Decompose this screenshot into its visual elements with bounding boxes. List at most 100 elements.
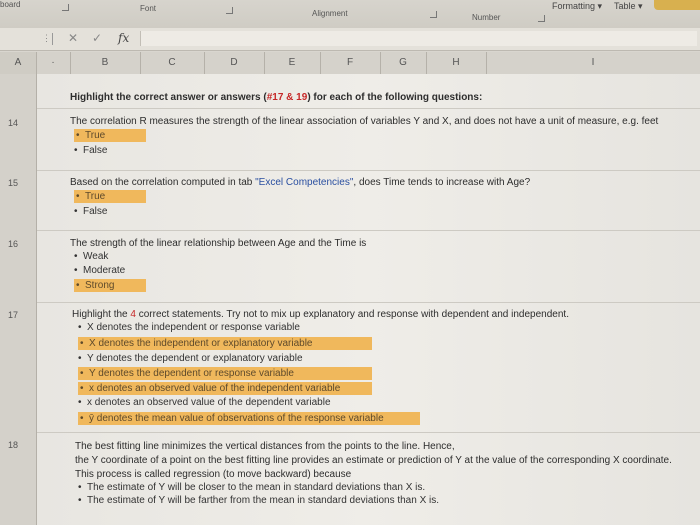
row-header-15[interactable]: 15 [8,178,18,188]
q17-option-5[interactable]: • x denotes an observed value of the inde… [78,382,372,395]
q15-option-true[interactable]: • True [74,190,146,203]
bullet-icon: • [80,368,84,379]
kebab-icon[interactable]: ⋮ [42,33,51,44]
table-label: Table [614,1,636,11]
heading-suffix: ) for each of the following questions: [307,92,483,103]
bullet-icon: • [74,145,78,156]
conditional-formatting-dropdown[interactable]: Formatting ▾ [552,1,602,12]
row-header-18[interactable]: 18 [8,440,18,450]
q16-option-strong[interactable]: • Strong [74,279,146,292]
q16-option-moderate[interactable]: • Moderate [74,265,125,276]
number-launcher-icon[interactable] [538,15,545,22]
ribbon: board Font Alignment Number Formatting ▾… [0,0,700,29]
cancel-icon[interactable]: ✕ [68,31,78,45]
col-header-i[interactable]: I [486,52,700,74]
q18-option-2[interactable]: • The estimate of Y will be farther from … [78,495,439,506]
option-label: x denotes an observed value of the indep… [89,383,341,394]
heading-question-ref: #17 & 19 [266,92,308,103]
col-header-b[interactable]: B [70,52,141,74]
q17-option-7[interactable]: • ȳ denotes the mean value of observation… [78,412,420,425]
q15-text-b: , does Time tends to increase with Age? [353,177,531,188]
row-gutter: 14 15 16 17 18 [0,74,37,525]
row-header-16[interactable]: 16 [8,239,18,249]
option-label: Y denotes the dependent or response vari… [89,368,294,379]
col-header-f[interactable]: F [320,52,381,74]
bullet-icon: • [80,338,84,349]
q18-line-2: the Y coordinate of a point on the best … [75,455,672,466]
bullet-icon: • [78,353,82,364]
q16-text: The strength of the linear relationship … [70,238,367,249]
option-label: Strong [85,280,115,291]
bullet-icon: • [78,495,82,506]
q14-option-false[interactable]: • False [74,145,107,156]
chevron-down-icon: ▾ [638,1,643,11]
q15-tab-reference: "Excel Competencies" [255,177,354,188]
filter-dot-icon: · [51,57,55,68]
instructions-heading: Highlight the correct answer or answers … [70,92,482,103]
cell-style-swatch[interactable] [654,0,700,10]
row-header-17[interactable]: 17 [8,310,18,320]
q17-option-4[interactable]: • Y denotes the dependent or response var… [78,367,372,380]
col-header-h[interactable]: H [426,52,487,74]
bullet-icon: • [74,265,78,276]
bullet-icon: • [78,482,82,493]
row-header-14[interactable]: 14 [8,118,18,128]
clipboard-group-label: board [0,0,21,9]
formula-input[interactable] [140,31,697,46]
col-header-c[interactable]: C [140,52,205,74]
clipboard-launcher-icon[interactable] [62,4,69,11]
col-header-d[interactable]: D [204,52,265,74]
q17-text-a: Highlight the [72,309,131,320]
option-label: True [85,130,106,141]
q17-text: Highlight the 4 correct statements. Try … [72,309,569,320]
option-label: Moderate [83,265,126,276]
number-group-label: Number [472,13,501,22]
option-label: False [83,206,108,217]
bullet-icon: • [80,383,84,394]
format-as-table-dropdown[interactable]: Table ▾ [614,1,643,12]
q16-option-weak[interactable]: • Weak [74,251,108,262]
formatting-label: Formatting [552,1,596,11]
alignment-launcher-icon[interactable] [430,11,437,18]
option-label: ȳ denotes the mean value of observations… [89,413,384,424]
font-group-label: Font [140,4,157,13]
namebox-separator [52,33,53,45]
bullet-icon: • [76,280,80,291]
insert-function-icon[interactable]: fx [118,31,129,45]
row-divider [37,302,700,303]
option-label: False [83,145,108,156]
option-label: X denotes the independent or explanatory… [89,338,313,349]
option-label: True [85,191,106,202]
row-divider [37,170,700,171]
q17-option-6[interactable]: • x denotes an observed value of the depe… [78,397,331,408]
enter-check-icon[interactable]: ✓ [92,31,102,45]
option-label: The estimate of Y will be farther from t… [87,495,440,506]
row-divider [37,230,700,231]
col-header-a[interactable]: A [0,52,37,74]
bullet-icon: • [78,322,82,333]
formula-bar: ⋮ ✕ ✓ fx [0,28,700,51]
col-header-e[interactable]: E [264,52,321,74]
q17-option-2[interactable]: • X denotes the independent or explanator… [78,337,372,350]
option-label: X denotes the independent or response va… [87,322,300,333]
option-label: The estimate of Y will be closer to the … [87,482,426,493]
option-label: x denotes an observed value of the depen… [87,397,331,408]
bullet-icon: • [80,413,84,424]
heading-prefix: Highlight the correct answer or answers … [70,92,267,103]
bullet-icon: • [76,130,80,141]
chevron-down-icon: ▾ [597,1,603,11]
q18-line-3: This process is called regression (to mo… [75,469,352,480]
bullet-icon: • [76,191,80,202]
font-launcher-icon[interactable] [226,7,233,14]
q17-option-1[interactable]: • X denotes the independent or response v… [78,322,300,333]
q15-option-false[interactable]: • False [74,206,107,217]
q18-option-1[interactable]: • The estimate of Y will be closer to the… [78,482,425,493]
q14-text: The correlation R measures the strength … [70,116,659,127]
bullet-icon: • [78,397,82,408]
row-divider [37,432,700,433]
col-header-g[interactable]: G [380,52,427,74]
q17-option-3[interactable]: • Y denotes the dependent or explanatory … [78,353,303,364]
q14-option-true[interactable]: • True [74,129,146,142]
option-label: Y denotes the dependent or explanatory v… [87,353,303,364]
option-label: Weak [83,251,109,262]
